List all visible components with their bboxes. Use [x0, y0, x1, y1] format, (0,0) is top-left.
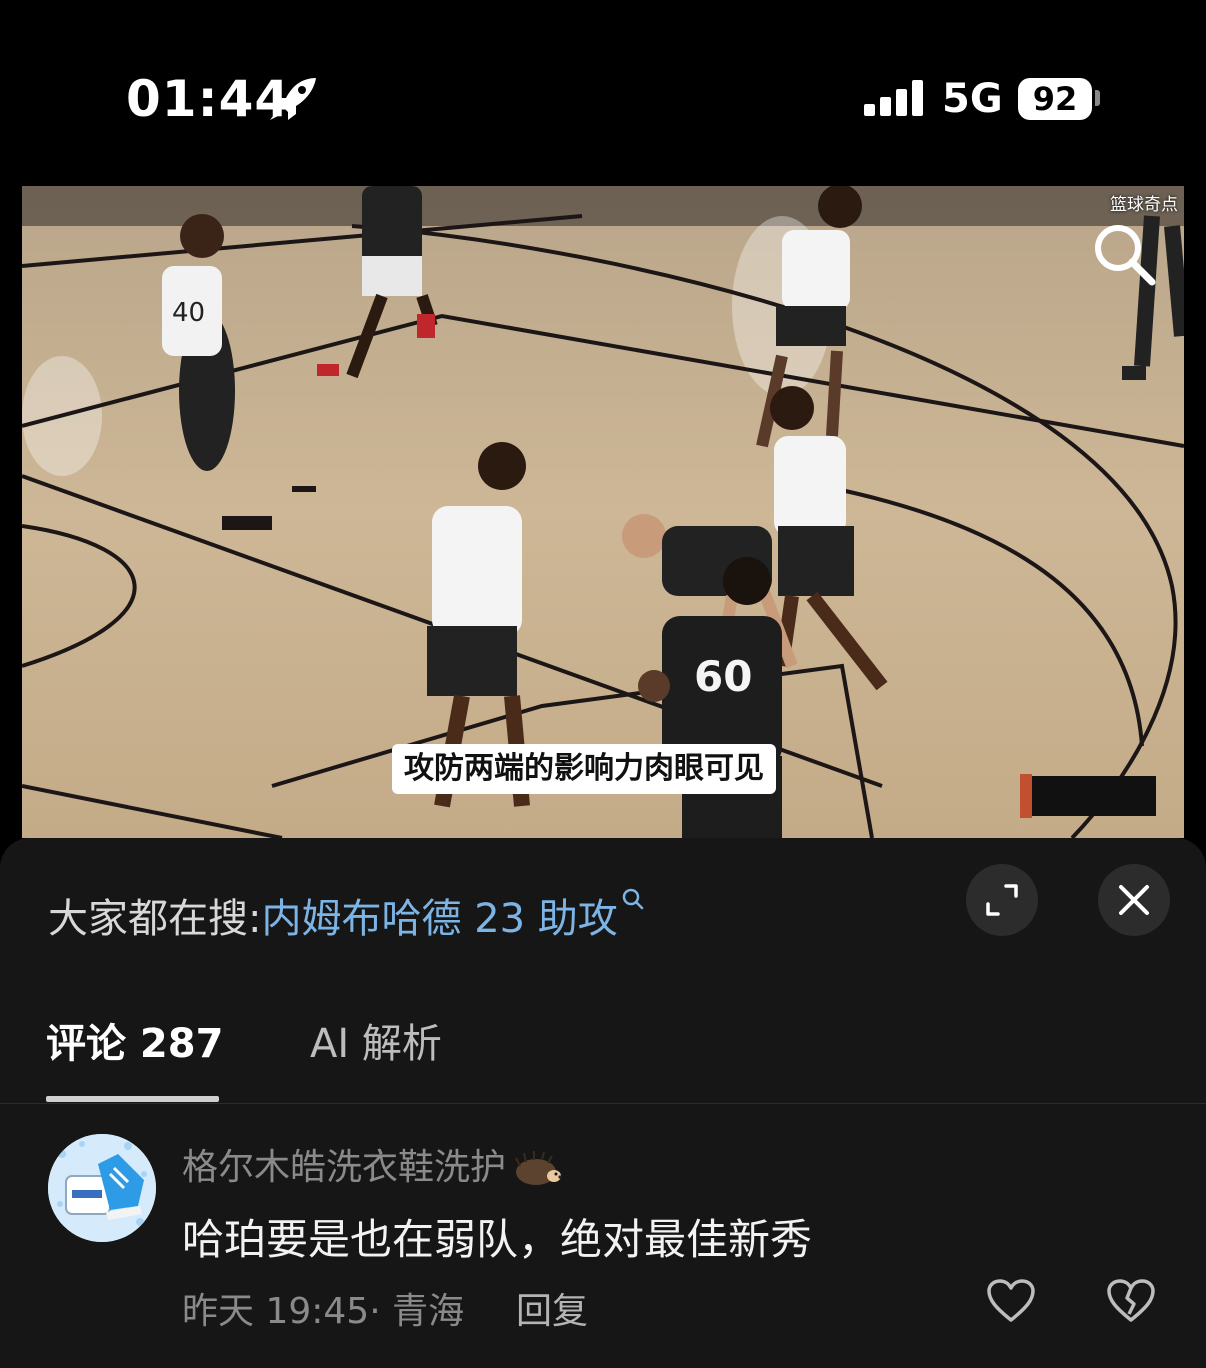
status-bar: 01:44 5G 92: [0, 0, 1206, 186]
tab-ai-analysis[interactable]: AI 解析: [310, 1018, 442, 1070]
comment-text: 哈珀要是也在弱队，绝对最佳新秀: [182, 1215, 813, 1264]
tab-bar: 评论 287 AI 解析: [0, 1018, 1206, 1104]
close-icon: [1119, 885, 1149, 915]
hedgehog-icon: [515, 1151, 562, 1185]
small-search-icon: [622, 888, 644, 910]
jersey-number-60: 60: [694, 652, 752, 701]
status-time: 01:44: [126, 70, 291, 128]
jersey-number-40: 40: [172, 298, 205, 328]
video-watermark: 篮球奇点: [1110, 195, 1178, 215]
signal-icon: [864, 80, 923, 116]
heart-icon[interactable]: [986, 1278, 1036, 1324]
expand-button[interactable]: [966, 864, 1038, 936]
video-subtitle: 攻防两端的影响力肉眼可见: [392, 744, 776, 794]
comment-username[interactable]: 格尔木皓洗衣鞋洗护: [182, 1138, 562, 1190]
search-suggestion-term[interactable]: 内姆布哈德 23 助攻: [261, 896, 617, 942]
screen: 01:44 5G 92 40 60 篮球奇点 攻防两端的影响力肉眼可见 大家都在…: [0, 0, 1206, 1368]
expand-icon: [986, 884, 1018, 916]
tab-comments[interactable]: 评论 287: [46, 1018, 223, 1070]
avatar[interactable]: [48, 1134, 156, 1242]
battery-indicator: 92: [1018, 78, 1092, 120]
close-button[interactable]: [1098, 864, 1170, 936]
network-type: 5G: [942, 76, 1003, 122]
battery-cap: [1095, 90, 1100, 106]
comment-meta: 昨天 19:45· 青海: [182, 1291, 465, 1332]
video-frame: 40 60: [22, 186, 1184, 838]
search-icon[interactable]: [1092, 222, 1158, 288]
reply-button[interactable]: 回复: [516, 1282, 588, 1334]
username-text: 格尔木皓洗衣鞋洗护: [182, 1147, 507, 1188]
broken-heart-icon[interactable]: [1106, 1278, 1156, 1324]
avatar-shoe-icon: [48, 1134, 156, 1242]
active-tab-indicator: [46, 1096, 219, 1102]
comments-sheet: 大家都在搜:内姆布哈德 23 助攻 评论 287 AI 解析 格尔木皓洗衣鞋洗护…: [0, 838, 1206, 1368]
rocket-icon: [270, 78, 316, 120]
comment-item: 格尔木皓洗衣鞋洗护 哈珀要是也在弱队，绝对最佳新秀 昨天 19:45· 青海 回…: [0, 1134, 1206, 1368]
video-player[interactable]: 40 60 篮球奇点 攻防两端的影响力肉眼可见: [22, 186, 1184, 838]
search-suggestion-label: 大家都在搜:: [48, 896, 262, 942]
search-suggestion[interactable]: 大家都在搜:内姆布哈德 23 助攻: [48, 886, 646, 944]
